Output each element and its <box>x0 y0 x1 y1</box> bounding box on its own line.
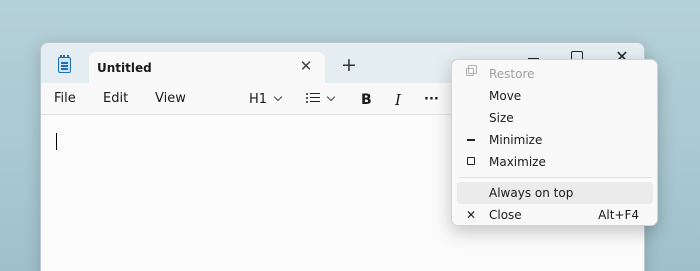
heading-label: H1 <box>249 92 268 107</box>
bulleted-list-icon <box>306 93 320 103</box>
italic-button[interactable]: I <box>395 89 401 111</box>
menu-item-label: Move <box>489 89 522 103</box>
menu-item-size[interactable]: Size <box>457 107 653 129</box>
menu-item-minimize[interactable]: Minimize <box>457 129 653 151</box>
menu-item-maximize[interactable]: Maximize <box>457 151 653 173</box>
menu-file[interactable]: File <box>54 91 76 106</box>
menu-separator <box>458 177 651 178</box>
bold-button[interactable]: B <box>361 89 372 111</box>
menu-item-label: Close <box>489 208 522 222</box>
menu-view[interactable]: View <box>155 91 186 106</box>
menu-item-label: Maximize <box>489 155 546 169</box>
notepad-app-icon[interactable] <box>58 55 71 73</box>
maximize-icon <box>467 157 475 165</box>
more-options-button[interactable]: ··· <box>424 89 439 111</box>
list-dropdown[interactable] <box>306 89 336 111</box>
heading-dropdown[interactable]: H1 <box>249 89 283 111</box>
minimize-icon <box>467 139 475 141</box>
menu-item-label: Restore <box>489 67 535 81</box>
menu-edit[interactable]: Edit <box>103 91 128 106</box>
menu-item-label: Size <box>489 111 514 125</box>
menu-item-move[interactable]: Move <box>457 85 653 107</box>
close-icon: ✕ <box>465 208 477 222</box>
tab-untitled[interactable]: Untitled ✕ <box>89 52 325 85</box>
chevron-down-icon <box>326 92 336 102</box>
menu-item-restore[interactable]: Restore <box>457 63 653 85</box>
tab-close-icon[interactable]: ✕ <box>297 57 315 75</box>
chevron-down-icon <box>273 92 283 102</box>
tab-title: Untitled <box>97 61 152 75</box>
new-tab-button[interactable]: + <box>339 55 359 75</box>
restore-icon <box>466 65 477 76</box>
window-system-menu: Restore Move Size Minimize Maximize Alwa… <box>451 59 658 226</box>
menu-item-always-on-top[interactable]: Always on top <box>457 182 653 204</box>
text-caret <box>56 133 57 150</box>
menu-item-label: Minimize <box>489 133 543 147</box>
shortcut-label: Alt+F4 <box>598 208 639 222</box>
menu-item-close[interactable]: ✕ Close Alt+F4 <box>457 204 653 226</box>
menu-item-label: Always on top <box>489 186 574 200</box>
